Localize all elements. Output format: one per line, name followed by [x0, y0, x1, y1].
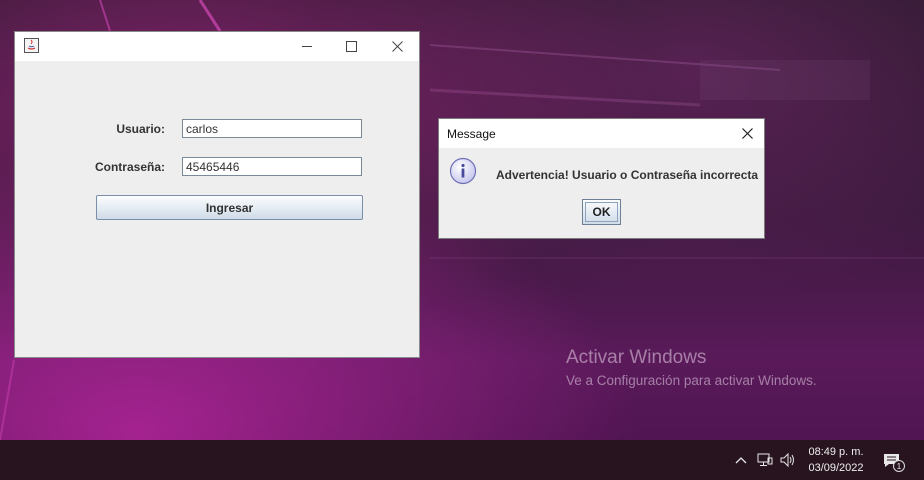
minimize-icon — [301, 46, 312, 47]
volume-icon — [780, 453, 794, 467]
maximize-icon — [345, 41, 357, 52]
network-icon — [757, 453, 773, 466]
close-button[interactable] — [375, 32, 419, 61]
network-button[interactable] — [756, 451, 774, 469]
maximize-button[interactable] — [329, 32, 373, 61]
notification-count-badge: 1 — [893, 460, 905, 472]
dialog-message: Advertencia! Usuario o Contraseña incorr… — [496, 168, 759, 182]
minimize-button[interactable] — [285, 32, 329, 61]
message-dialog: Message Advertencia! Usuario o Contraseñ… — [438, 118, 765, 239]
chevron-up-icon — [735, 457, 747, 464]
dialog-close-button[interactable] — [730, 119, 764, 148]
login-window: Usuario: Contraseña: Ingresar — [14, 31, 420, 358]
dialog-title: Message — [447, 127, 496, 141]
message-dialog-titlebar[interactable]: Message — [439, 119, 764, 148]
volume-button[interactable] — [779, 451, 797, 469]
user-label: Usuario: — [116, 122, 165, 136]
info-icon — [449, 157, 477, 185]
clock-date: 03/09/2022 — [808, 462, 864, 474]
java-icon — [24, 38, 39, 53]
show-hidden-icons-button[interactable] — [733, 451, 749, 469]
taskbar: 08:49 p. m. 03/09/2022 — [0, 440, 924, 480]
ingresar-button[interactable]: Ingresar — [96, 195, 363, 220]
close-icon — [741, 128, 753, 139]
password-input[interactable] — [182, 157, 362, 176]
ok-button[interactable]: OK — [582, 199, 621, 225]
watermark-subtitle: Ve a Configuración para activar Windows. — [566, 373, 817, 388]
close-icon — [391, 41, 403, 52]
password-label: Contraseña: — [94, 160, 165, 174]
login-window-titlebar[interactable] — [15, 32, 419, 61]
activation-watermark: Activar Windows Ve a Configuración para … — [566, 347, 817, 388]
watermark-title: Activar Windows — [566, 347, 707, 368]
taskbar-clock[interactable]: 08:49 p. m. 03/09/2022 — [800, 444, 872, 476]
user-input[interactable] — [182, 119, 362, 138]
clock-time: 08:49 p. m. — [808, 446, 864, 458]
